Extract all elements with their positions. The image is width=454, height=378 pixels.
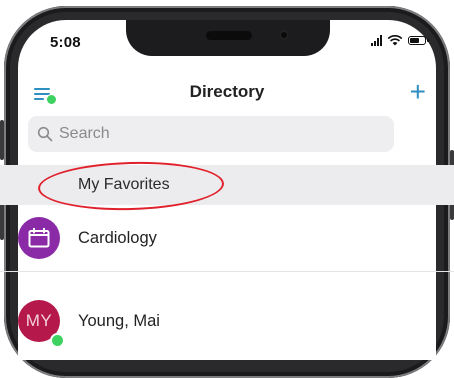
search-input[interactable]	[57, 124, 381, 144]
list-item-label: Young, Mai	[78, 311, 160, 330]
speaker-grille	[206, 31, 252, 40]
list-item[interactable]: Cardiology	[0, 205, 454, 272]
phone-side-button	[0, 120, 4, 160]
calendar-icon	[28, 228, 50, 248]
list-item-label: Cardiology	[78, 228, 157, 247]
avatar	[18, 217, 60, 259]
signal-icon	[371, 35, 382, 46]
front-camera	[279, 30, 289, 40]
wifi-icon	[387, 35, 403, 46]
battery-icon	[408, 36, 429, 45]
page-title: Directory	[189, 82, 265, 101]
plus-icon: +	[409, 76, 426, 107]
search-bar[interactable]	[28, 116, 394, 152]
avatar-initials: MY	[25, 311, 53, 330]
add-button[interactable]: +	[410, 78, 426, 106]
list-item[interactable]: MY Young, Mai	[0, 288, 454, 354]
phone-notch	[126, 20, 330, 56]
status-time: 5:08	[50, 34, 81, 51]
presence-dot	[50, 333, 65, 348]
search-icon	[37, 126, 53, 142]
status-icons	[371, 35, 429, 46]
